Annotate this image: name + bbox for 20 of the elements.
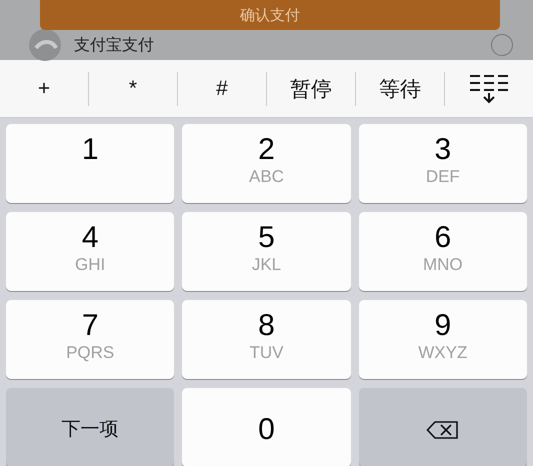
digit-key[interactable]: 6 MNO bbox=[358, 212, 527, 291]
symbol-key[interactable]: # bbox=[178, 72, 267, 106]
digit-key[interactable]: 5 JKL bbox=[182, 212, 351, 291]
digit-key[interactable]: 7 PQRS bbox=[6, 300, 174, 379]
digit-key[interactable]: 3 DEF bbox=[358, 124, 527, 203]
payment-option-label: 支付宝支付 bbox=[74, 36, 155, 56]
backspace-icon[interactable] bbox=[426, 420, 460, 440]
digit-key[interactable]: 8 TUV bbox=[182, 300, 351, 379]
digit-key[interactable]: 2 ABC bbox=[182, 124, 351, 203]
digit-key[interactable]: 0 bbox=[182, 388, 351, 466]
symbol-key[interactable]: 暂停 bbox=[267, 72, 356, 106]
digit-key[interactable]: 9 WXYZ bbox=[358, 300, 527, 379]
symbol-key[interactable]: 等待 bbox=[356, 72, 445, 106]
next-key[interactable]: 下一项 bbox=[6, 388, 174, 466]
digit-key[interactable]: 4 GHI bbox=[6, 212, 174, 291]
symbol-key[interactable]: + bbox=[0, 72, 89, 106]
radio-button[interactable] bbox=[491, 34, 513, 56]
symbol-key[interactable]: * bbox=[89, 72, 178, 106]
hide-keyboard-icon[interactable] bbox=[469, 72, 509, 104]
digit-key[interactable]: 1 bbox=[6, 124, 174, 203]
